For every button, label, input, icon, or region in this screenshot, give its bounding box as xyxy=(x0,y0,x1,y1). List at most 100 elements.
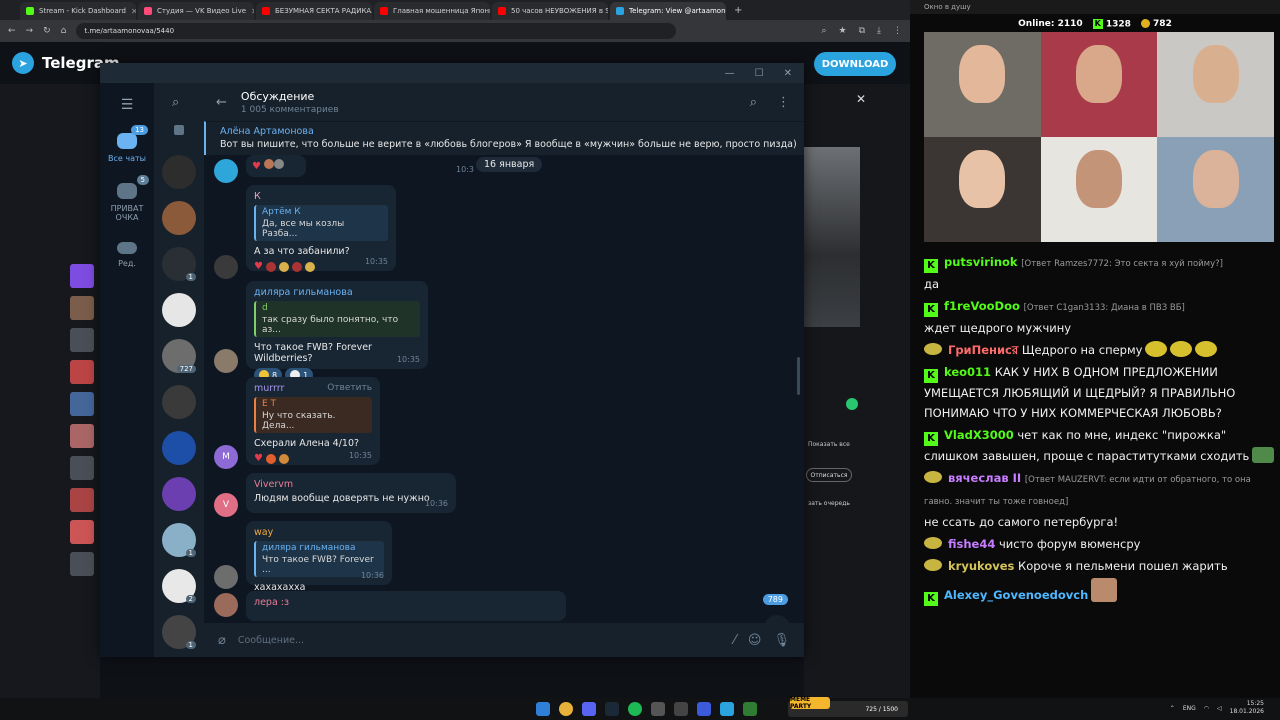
chat-avatar[interactable] xyxy=(162,155,196,189)
heart-reaction-icon[interactable]: ♥ xyxy=(254,261,263,272)
attach-icon[interactable]: ⌀ xyxy=(218,633,226,648)
minimize-icon[interactable]: — xyxy=(725,68,735,79)
message-bubble[interactable]: диляра гильманова d так сразу было понят… xyxy=(246,281,428,382)
chat-avatar[interactable] xyxy=(162,431,196,465)
chat-avatar[interactable] xyxy=(162,293,196,327)
chat-username[interactable]: ГриПенисর xyxy=(948,343,1018,357)
browser-tab-1[interactable]: Stream - Kick Dashboard ✕ xyxy=(20,2,136,20)
message-input[interactable] xyxy=(237,630,722,650)
steam-icon[interactable] xyxy=(605,702,619,716)
commands-icon[interactable]: ⁄ xyxy=(734,633,736,648)
queue-button[interactable]: зать очередь xyxy=(808,500,850,507)
avatar[interactable] xyxy=(214,159,238,183)
search-icon[interactable]: ⌕ xyxy=(172,95,179,110)
close-tab-icon[interactable]: ✕ xyxy=(131,7,136,16)
telegram-icon[interactable] xyxy=(720,702,734,716)
browser-tab-3[interactable]: БЕЗУМНАЯ СЕКТА РАДИКАЛЬ✕ xyxy=(256,2,372,20)
chat-username[interactable]: вячеслав II xyxy=(948,471,1021,485)
chat-username[interactable]: f1reVooDoo xyxy=(944,299,1020,313)
emoji-icon[interactable]: ☺ xyxy=(748,633,762,648)
chat-username[interactable]: putsvirinok xyxy=(944,255,1018,269)
download-icon[interactable]: ⤓ xyxy=(877,26,881,36)
maximize-icon[interactable]: ☐ xyxy=(755,68,764,79)
message-bubble[interactable]: лера :з xyxy=(246,591,566,621)
menu-icon[interactable]: ☰ xyxy=(121,97,134,113)
chat-avatar[interactable]: 1 xyxy=(162,523,196,557)
message-bubble[interactable]: way диляра гильманова Что такое FWB? For… xyxy=(246,521,392,593)
folder-private[interactable]: 5 ПРИВАТ ОЧКА xyxy=(107,175,149,222)
app-icon[interactable] xyxy=(743,702,757,716)
obs-icon[interactable] xyxy=(651,702,665,716)
message-bubble[interactable]: Vivervm Людям вообще доверять не нужно 1… xyxy=(246,473,456,513)
spotify-icon[interactable] xyxy=(628,702,642,716)
close-icon[interactable]: ✕ xyxy=(784,68,792,79)
browser-tab-4[interactable]: Главная мошенница Японии✕ xyxy=(374,2,490,20)
reload-icon[interactable]: ↻ xyxy=(43,26,51,36)
download-button[interactable]: DOWNLOAD xyxy=(814,52,896,76)
chat-username[interactable]: kryukoves xyxy=(948,559,1014,573)
reply-button[interactable]: Ответить xyxy=(327,383,372,393)
avatar[interactable] xyxy=(214,349,238,373)
browser-tab-5[interactable]: 50 часов НЕУВОЖЕНИЯ в SAN✕ xyxy=(492,2,608,20)
bookmark-star-icon[interactable]: ★ xyxy=(839,26,847,36)
meme-party-widget[interactable]: MEME PARTY 725 / 1500 xyxy=(788,696,908,717)
discord-icon[interactable] xyxy=(582,702,596,716)
chat-avatar[interactable]: 1 xyxy=(162,615,196,649)
folder-all-chats[interactable]: 13 Все чаты xyxy=(108,125,148,163)
message-bubble[interactable]: ♥ xyxy=(246,155,306,177)
windows-start-icon[interactable] xyxy=(536,702,550,716)
avatar[interactable]: M xyxy=(214,445,238,469)
chat-avatar[interactable]: 1 xyxy=(162,247,196,281)
heart-reaction-icon[interactable]: ♥ xyxy=(254,453,263,464)
chat-username[interactable]: keo011 xyxy=(944,365,991,379)
home-icon[interactable]: ⌂ xyxy=(61,26,67,36)
heart-reaction-icon[interactable]: ♥ xyxy=(252,161,261,172)
wifi-icon[interactable]: ◠ xyxy=(1204,705,1209,712)
chat-username[interactable]: VladX3000 xyxy=(944,428,1014,442)
message-bubble[interactable]: murrrr Ответить Е Т Ну что сказать. Дела… xyxy=(246,377,380,465)
browser-tab-2[interactable]: Студия — VK Видео Live ✕ xyxy=(138,2,254,20)
chrome-icon[interactable] xyxy=(559,702,573,716)
chat-avatar[interactable]: 727 xyxy=(162,339,196,373)
tray-chevron-icon[interactable]: ⌃ xyxy=(1170,705,1175,712)
language-indicator[interactable]: ENG xyxy=(1183,705,1196,712)
folder-edit[interactable]: Ред. xyxy=(117,242,137,268)
extensions-icon[interactable]: ⧉ xyxy=(859,26,865,36)
chat-avatar[interactable]: 2 xyxy=(162,569,196,603)
back-arrow-icon[interactable]: ← xyxy=(216,95,227,110)
volume-icon[interactable]: ◁ xyxy=(1217,705,1222,712)
clock[interactable]: 15:25 18.01.2026 xyxy=(1230,700,1264,716)
chat-username[interactable]: Alexey_Govenoedovch xyxy=(944,588,1088,602)
chat-avatar[interactable] xyxy=(162,201,196,235)
zoom-icon[interactable]: ⌕ xyxy=(821,26,826,36)
reply-quote[interactable]: Артём К Да, все мы козлы Разба... xyxy=(254,205,388,241)
pinned-post[interactable]: Алёна Артамонова Вот вы пишите, что боль… xyxy=(204,121,804,155)
url-field[interactable]: t.me/artaamonovaa/5440 xyxy=(76,23,677,39)
search-icon[interactable]: ⌕ xyxy=(750,95,757,110)
back-icon[interactable]: ← xyxy=(8,26,16,36)
close-icon[interactable]: ✕ xyxy=(856,92,866,106)
avatar[interactable] xyxy=(214,565,238,589)
avatar[interactable] xyxy=(214,255,238,279)
unsubscribe-button[interactable]: Отписаться xyxy=(806,468,852,482)
new-tab-button[interactable]: + xyxy=(728,5,748,16)
reply-quote[interactable]: d так сразу было понятно, что аз... xyxy=(254,301,420,337)
microphone-icon[interactable]: 🎙 xyxy=(773,633,790,648)
chat-avatar[interactable] xyxy=(162,477,196,511)
app-icon[interactable] xyxy=(674,702,688,716)
show-all-button[interactable]: Показать все xyxy=(808,441,850,448)
reply-quote[interactable]: Е Т Ну что сказать. Дела... xyxy=(254,397,372,433)
chat-username[interactable]: fishe44 xyxy=(948,537,995,551)
message-bubble[interactable]: К Артём К Да, все мы козлы Разба... А за… xyxy=(246,185,396,272)
avatar[interactable] xyxy=(214,593,238,617)
scrollbar-thumb[interactable] xyxy=(797,357,800,395)
chat-avatar[interactable] xyxy=(162,385,196,419)
avatar[interactable]: V xyxy=(214,493,238,517)
more-options-icon[interactable]: ⋮ xyxy=(777,95,790,110)
browser-tab-telegram[interactable]: Telegram: View @artaamonovaa✕ xyxy=(610,2,726,20)
archive-icon[interactable] xyxy=(174,125,184,135)
forward-icon[interactable]: → xyxy=(26,26,34,36)
app-icon[interactable] xyxy=(697,702,711,716)
close-tab-icon[interactable]: ✕ xyxy=(251,7,254,16)
menu-dots-icon[interactable]: ⋮ xyxy=(893,26,902,36)
